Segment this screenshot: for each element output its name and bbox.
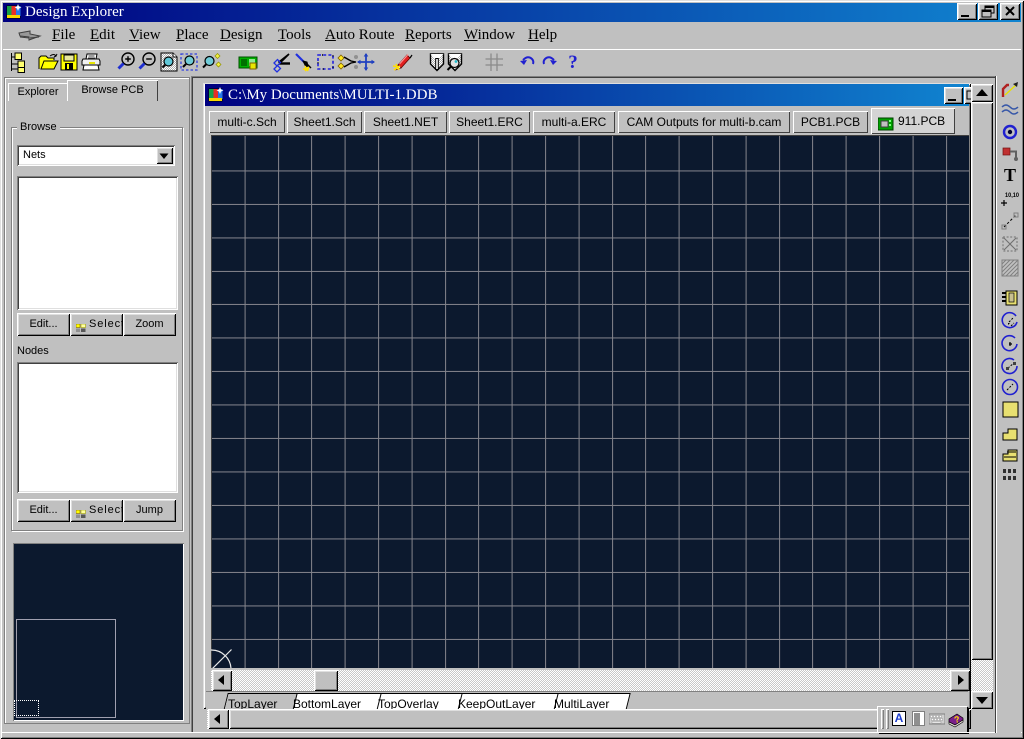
svg-text:?: ? [568, 52, 578, 73]
svg-text:T: T [1004, 165, 1016, 185]
svg-text:10,10: 10,10 [1005, 192, 1019, 199]
